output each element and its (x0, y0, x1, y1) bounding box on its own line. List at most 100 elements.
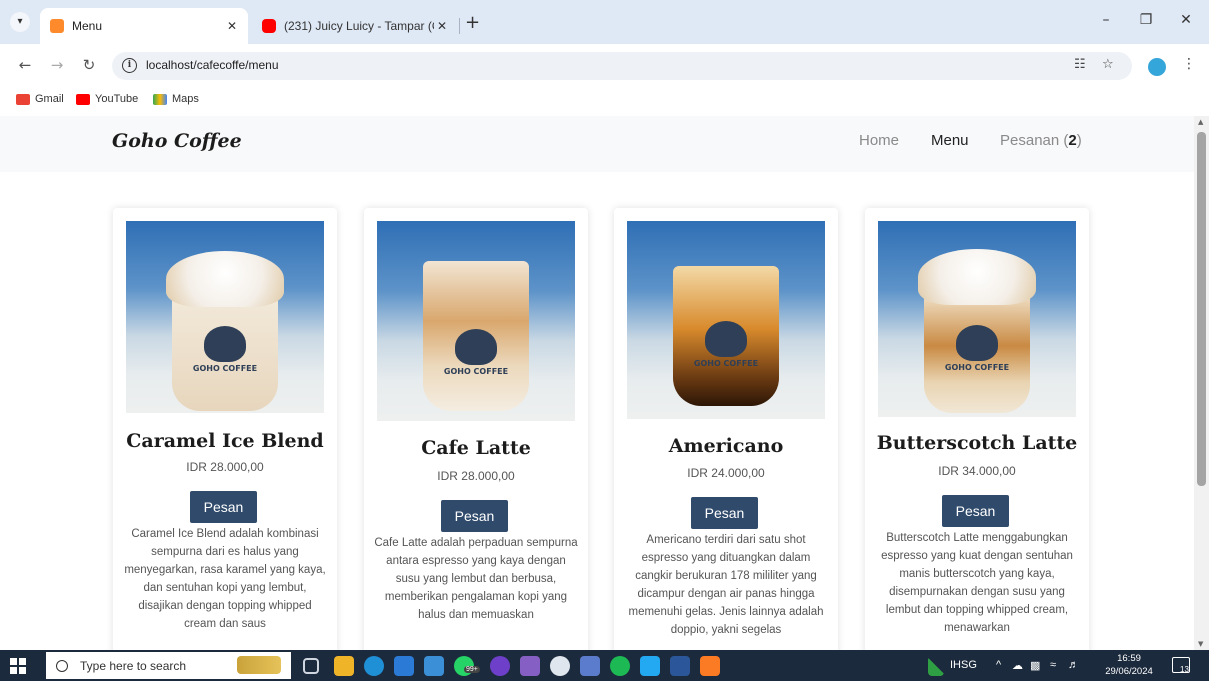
site-brand[interactable]: Goho Coffee (112, 130, 242, 152)
task-view-icon[interactable] (303, 658, 319, 674)
windows-taskbar: Type here to search 99+ IHSG ^ ☁ ▩ ≈ ♬ 1… (0, 650, 1209, 681)
onedrive-icon[interactable]: ☁ (1012, 659, 1023, 672)
speaker-icon[interactable]: ♬ (1068, 659, 1079, 671)
site-navbar: Goho Coffee Home Menu Pesanan (2) (0, 116, 1194, 172)
product-name: Americano (668, 435, 784, 457)
search-placeholder: Type here to search (80, 658, 187, 673)
close-icon[interactable]: ✕ (434, 19, 450, 33)
maps-icon (153, 93, 167, 105)
close-icon[interactable]: ✕ (224, 19, 240, 33)
page-scrollbar[interactable]: ▲ ▼ (1194, 116, 1209, 650)
mail-icon[interactable] (424, 656, 444, 676)
product-description: Caramel Ice Blend adalah kombinasi sempu… (124, 528, 326, 630)
star-icon[interactable]: ☆ (1102, 57, 1114, 72)
xampp-icon[interactable] (700, 656, 720, 676)
youtube-icon (262, 19, 276, 33)
kebab-icon[interactable]: ⋮ (1182, 56, 1196, 72)
reload-icon[interactable]: ↻ (80, 56, 98, 74)
chrome-icon[interactable] (550, 656, 570, 676)
goho-logo-icon (204, 326, 246, 362)
forward-arrow-icon[interactable]: → (48, 56, 66, 74)
battery-icon[interactable]: ▩ (1030, 659, 1040, 672)
cart-count: 2 (1068, 132, 1077, 149)
bookmark-youtube[interactable]: YouTube (76, 93, 138, 105)
product-name: Butterscotch Latte (876, 432, 1078, 454)
browser-toolbar: ← → ↻ i localhost/cafecoffe/menu ☷ ☆ ⋮ (0, 44, 1209, 88)
youtube-icon (76, 93, 90, 105)
info-icon[interactable]: i (122, 58, 137, 73)
gmail-icon (16, 93, 30, 105)
url-text[interactable]: localhost/cafecoffe/menu (146, 58, 279, 72)
nav-menu[interactable]: Menu (931, 132, 969, 149)
product-description: Butterscotch Latte menggabungkan espress… (881, 532, 1073, 634)
whipped-cream-shape (918, 249, 1036, 305)
clock-date: 29/06/2024 (1105, 666, 1153, 677)
notification-count: 13 (1180, 665, 1189, 674)
store-icon[interactable] (394, 656, 414, 676)
search-icon (56, 659, 68, 672)
wifi-icon[interactable]: ≈ (1050, 659, 1056, 671)
visual-studio-icon[interactable] (520, 656, 540, 676)
nav-pesanan[interactable]: Pesanan (2) (1000, 132, 1082, 149)
nav-pesanan-label: Pesanan (1000, 132, 1060, 149)
product-description: Americano terdiri dari satu shot espress… (628, 534, 824, 636)
page-viewport: Goho Coffee Home Menu Pesanan (2) GOHO C… (0, 116, 1194, 650)
word-icon[interactable] (670, 656, 690, 676)
tab-title: Menu (72, 19, 103, 33)
product-name: Caramel Ice Blend (126, 430, 324, 452)
product-image: GOHO COFFEE (627, 221, 825, 419)
product-card: GOHO COFFEE Butterscotch Latte IDR 34.00… (865, 208, 1089, 650)
tab-divider (459, 18, 460, 34)
restore-icon[interactable]: ❐ (1136, 12, 1156, 28)
virtualbox-icon[interactable] (580, 656, 600, 676)
taskbar-search[interactable]: Type here to search (46, 652, 291, 679)
bookmark-gmail[interactable]: Gmail (16, 93, 64, 105)
product-image: GOHO COFFEE (377, 221, 575, 421)
system-clock[interactable]: 16:59 29/06/2024 (1104, 652, 1154, 678)
product-description: Cafe Latte adalah perpaduan sempurna ant… (374, 537, 578, 621)
goho-logo-icon (956, 325, 998, 361)
logo-text: GOHO COFFEE (192, 364, 258, 373)
back-arrow-icon[interactable]: ← (16, 56, 34, 74)
close-window-icon[interactable]: ✕ (1176, 12, 1196, 28)
address-bar[interactable]: i localhost/cafecoffe/menu ☷ ☆ (112, 52, 1132, 80)
tab-menu[interactable]: Menu ✕ (40, 8, 248, 44)
spotify-icon[interactable] (610, 656, 630, 676)
nav-home[interactable]: Home (859, 132, 899, 149)
whipped-cream-shape (166, 251, 284, 307)
product-price: IDR 24.000,00 (687, 466, 765, 480)
scroll-thumb[interactable] (1197, 132, 1206, 486)
profile-avatar[interactable] (1148, 58, 1166, 76)
product-price: IDR 28.000,00 (186, 460, 264, 474)
product-card: GOHO COFFEE Caramel Ice Blend IDR 28.000… (113, 208, 337, 650)
logo-text: GOHO COFFEE (443, 367, 509, 376)
product-name: Cafe Latte (421, 437, 531, 459)
edge-icon[interactable] (364, 656, 384, 676)
scroll-down-icon[interactable]: ▼ (1198, 640, 1203, 648)
translate-icon[interactable]: ☷ (1074, 57, 1086, 72)
pesan-button[interactable]: Pesan (942, 495, 1009, 527)
pesan-button[interactable]: Pesan (441, 500, 508, 532)
chevron-down-icon[interactable]: ▾ (10, 12, 30, 32)
browser-tabstrip: ▾ Menu ✕ (231) Juicy Luicy - Tampar (Off… (0, 0, 1209, 44)
plus-icon[interactable]: + (465, 12, 480, 33)
logo-text: GOHO COFFEE (944, 363, 1010, 372)
pesan-button[interactable]: Pesan (190, 491, 257, 523)
search-highlight-icon (237, 656, 281, 674)
vscode-icon[interactable] (640, 656, 660, 676)
minimize-icon[interactable]: – (1096, 12, 1116, 28)
pesan-button[interactable]: Pesan (691, 497, 758, 529)
chevron-up-icon[interactable]: ^ (996, 659, 1001, 671)
stock-ticker[interactable]: IHSG (950, 659, 977, 671)
file-explorer-icon[interactable] (334, 656, 354, 676)
github-icon[interactable] (490, 656, 510, 676)
product-image: GOHO COFFEE (126, 221, 324, 413)
windows-start-icon[interactable] (10, 658, 26, 674)
clock-time: 16:59 (1117, 653, 1141, 664)
bookmark-label: YouTube (95, 93, 139, 105)
stock-chart-icon[interactable] (928, 656, 944, 676)
tab-youtube[interactable]: (231) Juicy Luicy - Tampar (Offic ✕ (252, 8, 458, 44)
bookmark-maps[interactable]: Maps (153, 93, 199, 105)
goho-logo-icon (705, 321, 747, 357)
scroll-up-icon[interactable]: ▲ (1198, 118, 1203, 126)
